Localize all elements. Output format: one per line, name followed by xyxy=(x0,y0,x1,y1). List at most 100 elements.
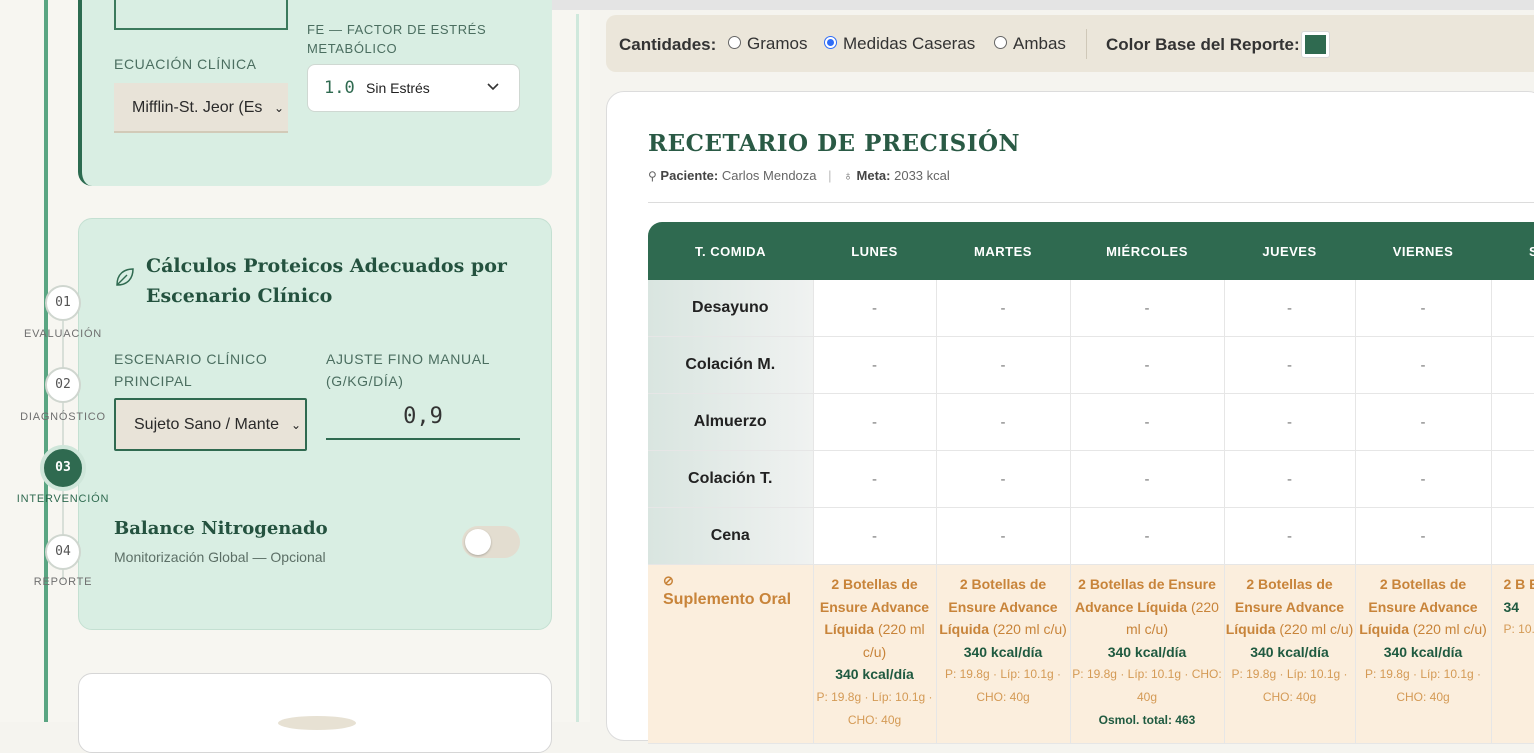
meal-cell[interactable] xyxy=(1491,336,1534,394)
scenario-value: Sujeto Sano / Mante xyxy=(134,416,279,433)
color-swatch xyxy=(1305,35,1326,54)
fe-text: Sin Estrés xyxy=(366,80,430,96)
radio-grams[interactable] xyxy=(728,36,741,49)
step-01-label: EVALUACIÓN xyxy=(23,328,103,340)
meal-cell[interactable]: - xyxy=(1224,336,1356,394)
step-03[interactable]: 03 xyxy=(40,445,86,491)
meal-cell[interactable]: - xyxy=(1355,336,1492,394)
adjust-label: AJUSTE FINO MANUAL (G/KG/DÍA) xyxy=(326,351,491,389)
supplement-cell[interactable]: 2 Botellas de Ensure Advance Líquida (22… xyxy=(813,564,937,744)
table-row: Colación T. - - - - - xyxy=(648,450,1534,508)
supplement-cell[interactable]: 2 Botellas de Ensure Advance Líquida (22… xyxy=(1224,564,1356,744)
column-header: JUEVES xyxy=(1224,222,1355,280)
meal-name: Colación T. xyxy=(648,450,814,508)
supplement-cell[interactable]: 2 B Ensu Líqu34P: 10. xyxy=(1491,564,1534,744)
column-header: VIERNES xyxy=(1355,222,1491,280)
step-02[interactable]: 02 xyxy=(45,367,81,403)
scenario-label: ESCENARIO CLÍNICO PRINCIPAL xyxy=(114,351,268,389)
table-row: Desayuno - - - - - xyxy=(648,280,1534,337)
meal-cell[interactable]: - xyxy=(1355,280,1492,337)
meal-cell[interactable] xyxy=(1491,507,1534,565)
equation-select[interactable]: Mifflin-St. Jeor (Es ⌄ xyxy=(114,83,288,133)
pill-icon: ⊘ xyxy=(663,573,674,588)
column-header: LUNES xyxy=(813,222,936,280)
column-header: T. COMIDA xyxy=(648,222,813,280)
goal-value: 2033 kcal xyxy=(894,168,950,183)
decorative-shape xyxy=(278,716,356,730)
meal-cell[interactable]: - xyxy=(1224,280,1356,337)
meal-cell[interactable]: - xyxy=(1070,393,1225,451)
meal-cell[interactable]: - xyxy=(1070,336,1225,394)
meal-name: Desayuno xyxy=(648,280,814,337)
meal-cell[interactable]: - xyxy=(936,280,1071,337)
equation-value: Mifflin-St. Jeor (Es xyxy=(132,99,263,116)
column-header: MIÉRCOLES xyxy=(1070,222,1224,280)
adjust-input[interactable]: 0,9 xyxy=(326,398,520,440)
meal-cell[interactable]: - xyxy=(1355,393,1492,451)
color-label: Color Base del Reporte: xyxy=(1106,35,1300,54)
bar-divider xyxy=(1086,29,1087,59)
meal-cell[interactable]: - xyxy=(1224,393,1356,451)
meal-cell[interactable]: - xyxy=(813,336,937,394)
scenario-select[interactable]: Sujeto Sano / Mante ⌄ xyxy=(114,398,307,451)
meal-cell[interactable] xyxy=(1491,280,1534,337)
meal-cell[interactable] xyxy=(1491,393,1534,451)
meal-cell[interactable]: - xyxy=(813,507,937,565)
meal-cell[interactable]: - xyxy=(1355,507,1492,565)
table-row: Colación M. - - - - - xyxy=(648,336,1534,394)
fe-label: FE — FACTOR DE ESTRÉS METABÓLICO xyxy=(307,22,487,56)
radio-home-measures-label[interactable]: Medidas Caseras xyxy=(843,34,975,54)
step-02-label: DIAGNÓSTICO xyxy=(20,411,106,423)
table-row: Cena - - - - - xyxy=(648,507,1534,565)
meal-cell[interactable]: - xyxy=(1224,507,1356,565)
step-04[interactable]: 04 xyxy=(45,534,81,570)
radio-grams-label[interactable]: Gramos xyxy=(747,34,807,54)
report-divider xyxy=(648,202,1534,203)
balance-subtitle: Monitorización Global — Opcional xyxy=(114,549,326,565)
supplement-label: ⊘ Suplemento Oral xyxy=(648,564,814,744)
next-card xyxy=(78,673,552,753)
protein-card-title: Cálculos Proteicos Adecuados por Escenar… xyxy=(146,255,507,307)
balance-title: Balance Nitrogenado xyxy=(114,518,328,539)
meal-cell[interactable]: - xyxy=(936,507,1071,565)
meal-cell[interactable]: - xyxy=(1070,507,1225,565)
meal-cell[interactable]: - xyxy=(1070,280,1225,337)
meal-cell[interactable]: - xyxy=(813,393,937,451)
table-header: T. COMIDA LUNES MARTES MIÉRCOLES JUEVES … xyxy=(648,222,1534,280)
radio-home-measures[interactable] xyxy=(824,36,837,49)
supplement-cell[interactable]: 2 Botellas de Ensure Advance Líquida (22… xyxy=(1070,564,1225,744)
supplement-cell[interactable]: 2 Botellas de Ensure Advance Líquida (22… xyxy=(1355,564,1492,744)
supplement-cell[interactable]: 2 Botellas de Ensure Advance Líquida (22… xyxy=(936,564,1071,744)
step-04-label: REPORTE xyxy=(33,576,93,588)
supplement-row: ⊘ Suplemento Oral 2 Botellas de Ensure A… xyxy=(648,564,1534,744)
meal-cell[interactable]: - xyxy=(1355,450,1492,508)
meal-cell[interactable]: - xyxy=(813,450,937,508)
meal-cell[interactable]: - xyxy=(936,450,1071,508)
column-header: MARTES xyxy=(936,222,1070,280)
fe-number: 1.0 xyxy=(324,78,355,98)
radio-both-label[interactable]: Ambas xyxy=(1013,34,1066,54)
progress-rail xyxy=(44,0,48,722)
color-picker[interactable] xyxy=(1301,31,1330,58)
meal-cell[interactable]: - xyxy=(936,393,1071,451)
adjust-value: 0,9 xyxy=(403,404,443,429)
meal-name: Cena xyxy=(648,507,814,565)
step-01[interactable]: 01 xyxy=(45,285,81,321)
user-icon: ⚲ xyxy=(648,169,657,183)
report-options-bar xyxy=(606,15,1534,72)
meal-cell[interactable] xyxy=(1491,450,1534,508)
meal-plan-table: T. COMIDA LUNES MARTES MIÉRCOLES JUEVES … xyxy=(648,222,1534,744)
table-row: Almuerzo - - - - - xyxy=(648,393,1534,451)
panel-divider xyxy=(576,14,579,722)
chevron-down-icon xyxy=(487,83,499,91)
previous-field[interactable] xyxy=(114,0,288,30)
meal-cell[interactable]: - xyxy=(936,336,1071,394)
meal-cell[interactable]: - xyxy=(1224,450,1356,508)
chevron-down-icon: ⌄ xyxy=(273,101,284,115)
quantities-label: Cantidades: xyxy=(619,35,717,54)
meal-cell[interactable]: - xyxy=(1070,450,1225,508)
radio-both[interactable] xyxy=(994,36,1007,49)
leaf-icon xyxy=(116,268,134,286)
meal-cell[interactable]: - xyxy=(813,280,937,337)
toggle-knob xyxy=(465,529,491,555)
